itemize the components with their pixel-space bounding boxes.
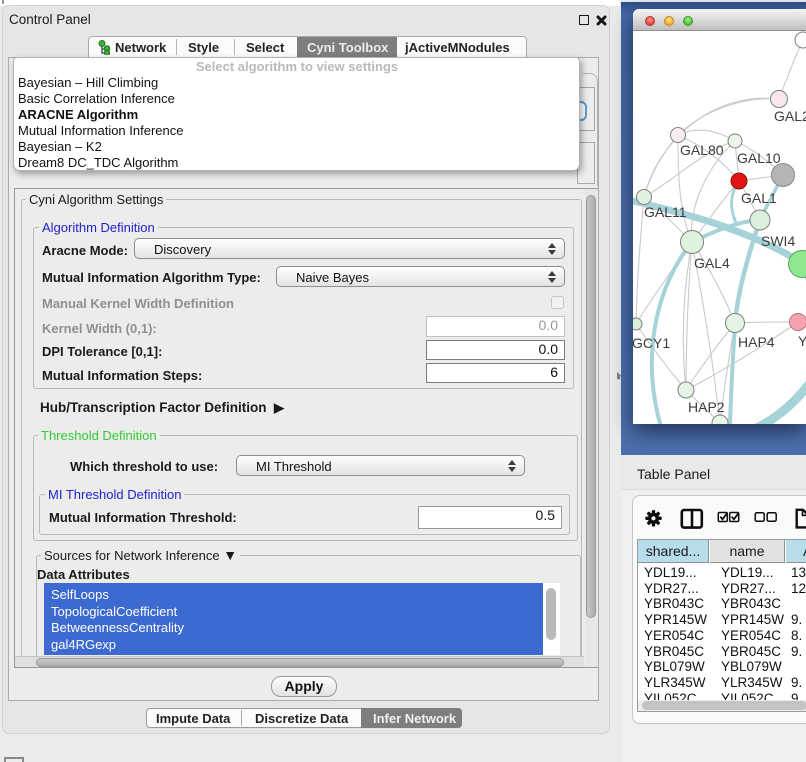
- svg-text:GAL1: GAL1: [741, 190, 777, 206]
- svg-text:GAL10: GAL10: [737, 150, 781, 166]
- svg-text:Y: Y: [798, 333, 806, 349]
- svg-text:GAL11: GAL11: [644, 204, 687, 220]
- svg-text:GAL2: GAL2: [774, 108, 806, 124]
- svg-text:GCY1: GCY1: [633, 335, 670, 351]
- svg-text:HAP4: HAP4: [738, 334, 775, 350]
- svg-text:HAP2: HAP2: [688, 399, 725, 415]
- svg-text:GAL80: GAL80: [680, 142, 724, 158]
- svg-text:SWI4: SWI4: [761, 233, 795, 249]
- svg-text:GAL4: GAL4: [694, 255, 730, 271]
